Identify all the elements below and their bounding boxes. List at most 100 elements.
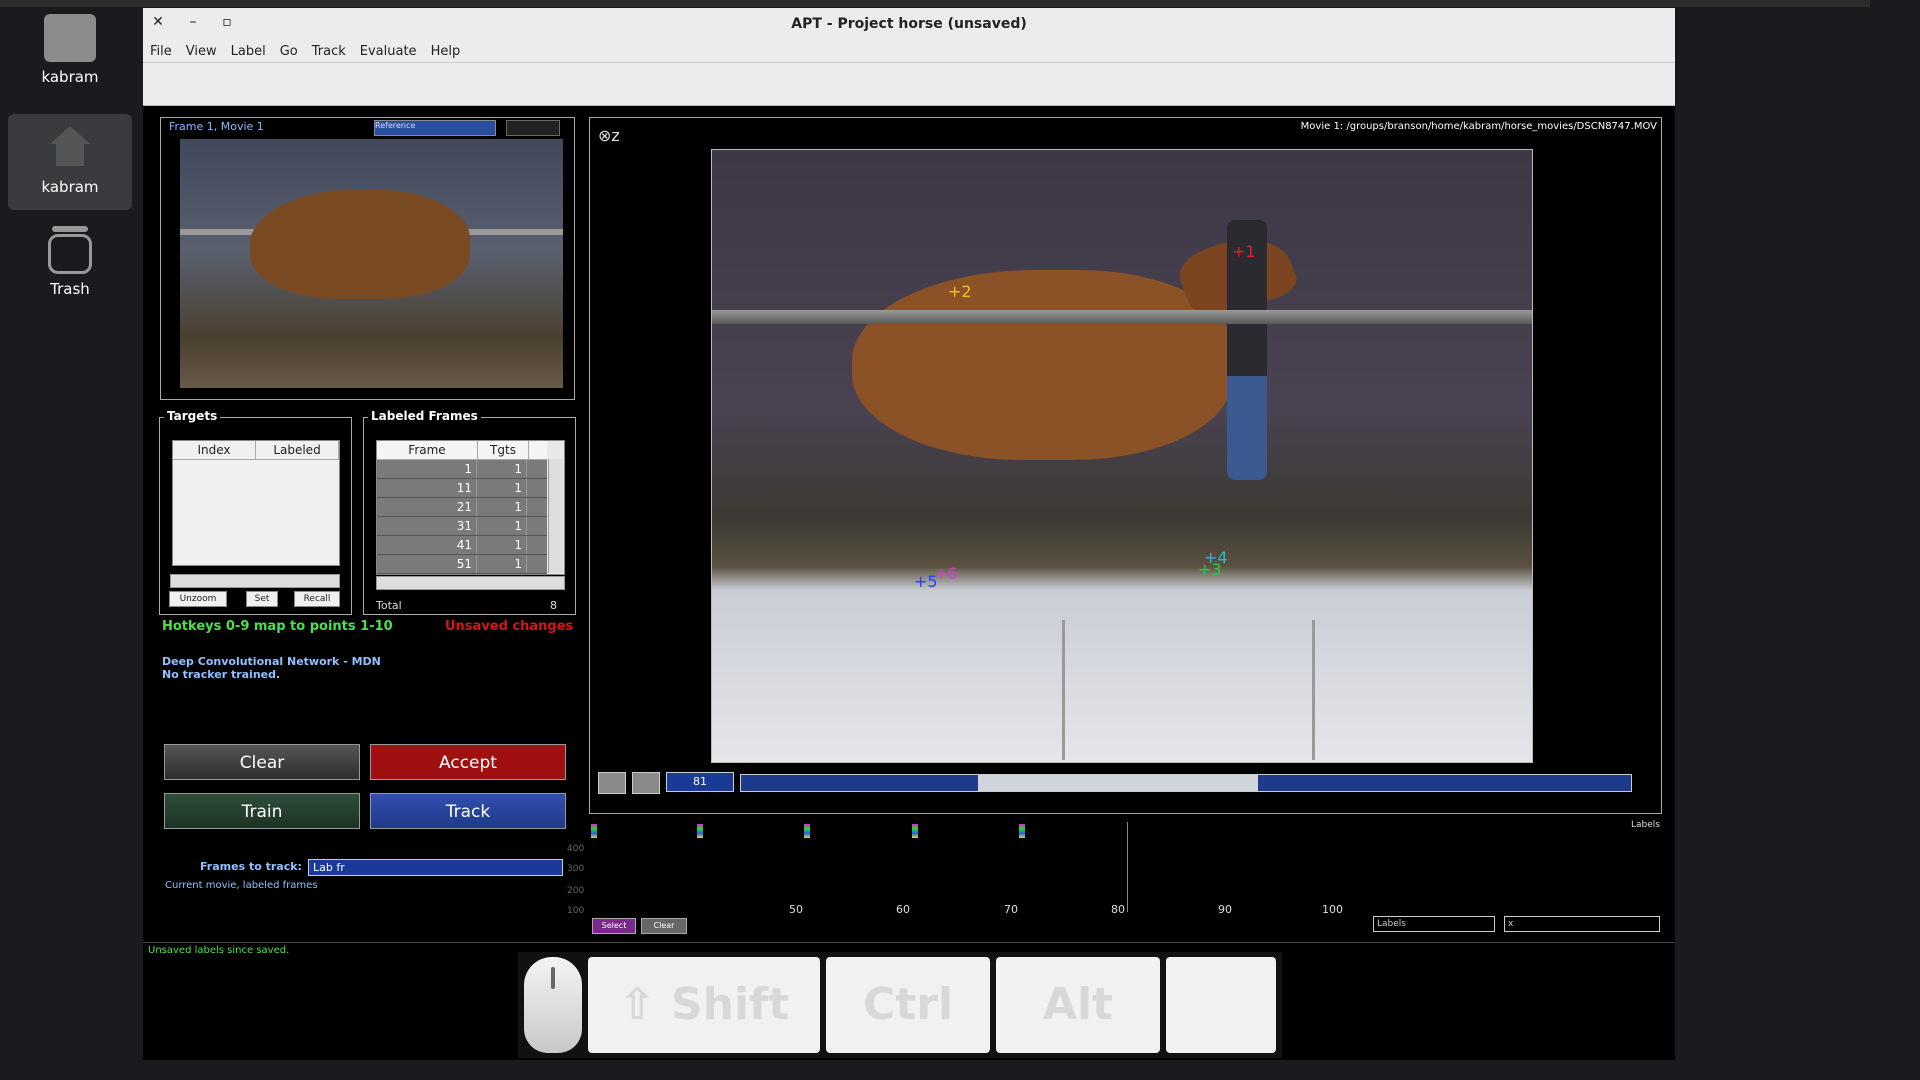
table-row[interactable]: 41 1 (377, 536, 547, 555)
home-icon (44, 124, 96, 172)
timeline-clear-button[interactable]: Clear (641, 918, 687, 934)
lf-cell-frame: 11 (377, 479, 477, 497)
keypoint-2[interactable]: +2 (948, 282, 972, 301)
labeled-frames-table: Frame Tgts 11 11 1 21 1 31 1 41 1 51 1 (376, 440, 565, 575)
menu-view[interactable]: View (179, 41, 224, 62)
reference-select[interactable]: Reference (374, 120, 496, 136)
shift-key: ⇧ Shift (588, 957, 820, 1053)
recall-button[interactable]: Recall (294, 591, 340, 607)
lf-cell-frame: 1 (377, 460, 477, 478)
tracker-status: No tracker trained. (162, 668, 281, 681)
timeline-label: Labels (1631, 820, 1660, 830)
track-button[interactable]: Track (370, 793, 566, 829)
x-tick: 70 (1004, 903, 1018, 916)
menu-evaluate[interactable]: Evaluate (353, 41, 424, 62)
labeled-frames-vscroll[interactable] (548, 459, 563, 573)
lf-cell-frame: 41 (377, 536, 477, 554)
y-tick: 200 (567, 886, 585, 896)
timeline-cursor[interactable] (1127, 822, 1128, 912)
table-row[interactable]: 51 1 (377, 555, 547, 574)
total-value: 8 (550, 599, 557, 612)
menu-help[interactable]: Help (424, 41, 468, 62)
title-bar: ✕ – ▫ APT - Project horse (unsaved) (143, 8, 1675, 40)
set-button[interactable]: Set (246, 591, 278, 607)
timeline[interactable]: Labels 400 300 200 100 50 60 70 80 90 10… (567, 818, 1670, 938)
label-marker (591, 824, 597, 838)
keypoint-4[interactable]: +4 (1204, 548, 1228, 567)
desktop-folder-label: kabram (41, 68, 99, 86)
mouse-icon (524, 957, 582, 1053)
blank-key (1166, 957, 1276, 1053)
targets-col-index[interactable]: Index (173, 441, 256, 459)
targets-col-labeled[interactable]: Labeled (256, 441, 339, 459)
lf-cell-tgts: 1 (477, 555, 527, 573)
labeled-frames-total: Total 8 (376, 599, 563, 612)
timeline-property-field[interactable]: x (1504, 916, 1660, 932)
keypoint-6[interactable]: +6 (934, 564, 958, 583)
desktop-folder[interactable]: kabram (8, 14, 132, 86)
lf-cell-tgts: 1 (477, 479, 527, 497)
reference-frame-label: Frame 1, Movie 1 (169, 120, 264, 133)
y-tick: 300 (567, 864, 585, 874)
key-overlay: ⇧ Shift Ctrl Alt (518, 952, 1282, 1058)
timeline-select-button[interactable]: Select (592, 918, 636, 934)
lf-col-tgts[interactable]: Tgts (478, 441, 529, 459)
toolbar (143, 63, 1675, 106)
y-tick: 400 (567, 844, 585, 854)
y-tick: 100 (567, 906, 585, 916)
lf-cell-tgts: 1 (477, 536, 527, 554)
frame-slider-thumb[interactable] (978, 775, 1258, 791)
lf-cell-tgts: 1 (477, 517, 527, 535)
status-text: Unsaved labels since saved. (148, 945, 290, 956)
x-tick: 50 (789, 903, 803, 916)
targets-hscroll[interactable] (170, 574, 340, 588)
labeled-frames-hscroll[interactable] (376, 576, 565, 590)
main-viewer: Movie 1: /groups/branson/home/kabram/hor… (589, 117, 1662, 814)
trash-icon (44, 226, 96, 274)
movie-frame-image[interactable]: +1 +2 +3 +4 +5 +6 (711, 149, 1533, 763)
train-button[interactable]: Train (164, 793, 360, 829)
reference-pane: Frame 1, Movie 1 Reference (160, 117, 575, 400)
desktop-home[interactable]: kabram (8, 114, 132, 210)
x-tick: 60 (896, 903, 910, 916)
frames-to-track-label: Frames to track: (200, 860, 302, 873)
frame-number-field[interactable]: 81 (666, 772, 734, 792)
lf-cell-tgts: 1 (477, 460, 527, 478)
menu-file[interactable]: File (143, 41, 179, 62)
lf-cell-frame: 21 (377, 498, 477, 516)
menu-bar: File View Label Go Track Evaluate Help (143, 40, 1675, 63)
menu-label[interactable]: Label (224, 41, 273, 62)
tracker-info: Deep Convolutional Network - MDN No trac… (162, 655, 381, 681)
frames-to-track-select[interactable]: Lab fr (308, 859, 563, 876)
desktop-home-label: kabram (41, 178, 99, 196)
accept-button[interactable]: Accept (370, 744, 566, 780)
lf-col-frame[interactable]: Frame (377, 441, 478, 459)
keypoint-1[interactable]: +1 (1232, 242, 1256, 261)
x-tick: 100 (1322, 903, 1343, 916)
label-marker (1019, 824, 1025, 838)
table-row[interactable]: 11 1 (377, 479, 547, 498)
movie-path: Movie 1: /groups/branson/home/kabram/hor… (1300, 121, 1657, 132)
total-label: Total (376, 599, 402, 612)
play-button[interactable] (598, 772, 626, 794)
desktop-trash[interactable]: Trash (8, 226, 132, 298)
window-title: APT - Project horse (unsaved) (791, 16, 1027, 32)
unzoom-button[interactable]: Unzoom (169, 591, 227, 607)
table-row[interactable]: 21 1 (377, 498, 547, 517)
step-button[interactable] (632, 772, 660, 794)
frame-slider[interactable] (740, 774, 1632, 792)
timeline-mode-select[interactable]: Labels (1373, 916, 1495, 932)
table-row[interactable]: 11 (377, 460, 547, 479)
table-row[interactable]: 31 1 (377, 517, 547, 536)
label-marker (804, 824, 810, 838)
clear-button[interactable]: Clear (164, 744, 360, 780)
hotkeys-hint: Hotkeys 0-9 map to points 1-10 (162, 619, 393, 634)
folder-icon (44, 14, 96, 62)
menu-track[interactable]: Track (305, 41, 353, 62)
menu-go[interactable]: Go (273, 41, 305, 62)
lf-cell-frame: 31 (377, 517, 477, 535)
targets-table: Index Labeled (172, 440, 340, 566)
unsaved-indicator: Unsaved changes (445, 619, 574, 634)
zoom-reset-icon[interactable]: ⊗z (598, 126, 620, 145)
reference-option-button[interactable] (506, 120, 560, 136)
